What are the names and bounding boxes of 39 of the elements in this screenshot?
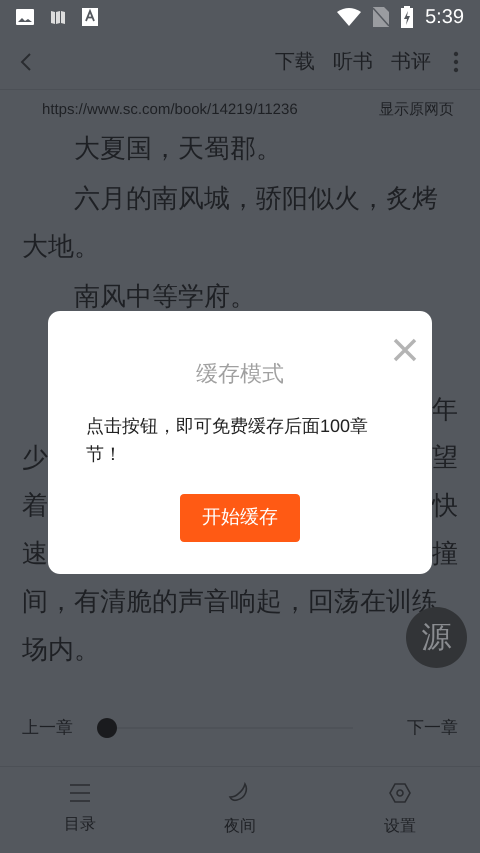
story-paragraph: 大夏国，天蜀郡。 xyxy=(73,132,283,165)
menu-icon xyxy=(68,783,92,803)
close-icon xyxy=(393,338,417,362)
story-text: 快 xyxy=(432,489,458,522)
image-icon xyxy=(16,9,34,25)
more-icon xyxy=(453,50,459,72)
story-text: 年 xyxy=(432,393,458,426)
toolbar-action[interactable]: 下载 xyxy=(266,46,324,76)
slider-thumb[interactable] xyxy=(97,718,117,738)
story-paragraph: 南风中等学府。 xyxy=(73,280,257,313)
status-time: 5:39 xyxy=(425,5,464,30)
close-button[interactable] xyxy=(392,337,418,363)
no-sim-icon xyxy=(373,7,390,27)
story-text: 望 xyxy=(432,441,458,474)
story-paragraph: 六月的南风城，骄阳似火，炙烤大地。 xyxy=(22,182,439,263)
bottom-nav-item[interactable]: 设置 xyxy=(320,767,480,853)
back-icon xyxy=(20,52,32,72)
story-text: 速 xyxy=(22,537,48,570)
toolbar-action[interactable]: 书评 xyxy=(382,46,440,76)
wifi-icon xyxy=(337,8,362,26)
story-text: 着 xyxy=(22,489,48,522)
story-text: 撞 xyxy=(432,537,458,570)
bottom-nav-item[interactable]: 夜间 xyxy=(160,767,320,853)
battery-charging-icon xyxy=(401,6,414,28)
story-text: 场内。 xyxy=(22,633,100,666)
page-url: https://www.sc.com/book/14219/11236 xyxy=(42,100,298,120)
next-chapter-button[interactable]: 下一章 xyxy=(407,714,458,740)
dialog-title: 缓存模式 xyxy=(196,360,284,388)
chapter-slider[interactable] xyxy=(97,718,353,738)
show-original-link[interactable]: 显示原网页 xyxy=(379,98,454,122)
previous-chapter-button[interactable]: 上一章 xyxy=(22,714,73,740)
book-icon xyxy=(50,9,66,25)
toolbar-action[interactable]: 听书 xyxy=(324,46,382,76)
start-cache-button[interactable]: 开始缓存 xyxy=(180,494,300,542)
story-text: 少 xyxy=(22,441,48,474)
font-icon xyxy=(82,8,98,26)
dialog-message: 点击按钮，即可免费缓存后面100章节！ xyxy=(85,415,370,466)
bottom-nav-item[interactable]: 目录 xyxy=(0,767,160,853)
settings-icon xyxy=(388,781,412,805)
